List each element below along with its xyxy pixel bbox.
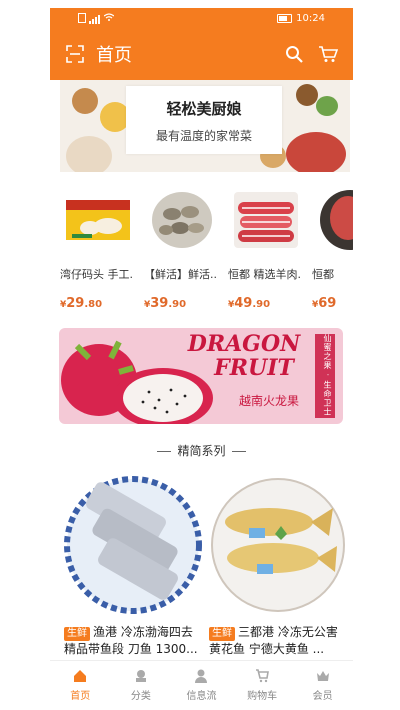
featured-caption: 生鲜 三都港 冷冻无公害黄花鱼 宁德大黄鱼 ... xyxy=(209,625,338,656)
nav-cart[interactable]: 购物车 xyxy=(232,661,293,710)
crown-icon xyxy=(316,669,330,683)
product-card[interactable]: 恒都 精选羊肉... ¥49.90 xyxy=(228,182,312,311)
food-bowl-image xyxy=(72,88,98,114)
banner-subtitle: 最有温度的家常菜 xyxy=(155,129,252,143)
product-name: 恒都 精选羊肉... xyxy=(228,268,302,281)
product-price: ¥29.80 xyxy=(60,296,103,311)
cart-icon xyxy=(255,669,270,683)
product-name: 恒都 xyxy=(312,268,334,281)
cart-icon[interactable] xyxy=(317,43,339,65)
food-meat-image xyxy=(286,132,346,172)
status-icons-right: 10:24 xyxy=(277,13,325,24)
product-price: ¥49.90 xyxy=(228,296,271,311)
featured-card[interactable]: 生鲜 三都港 冷冻无公害黄花鱼 宁德大黄鱼 ... xyxy=(209,476,347,657)
section-title: 精简系列 xyxy=(50,442,353,459)
lamb-rolls-image xyxy=(228,182,304,258)
product-price: ¥39.90 xyxy=(144,296,187,311)
status-time: 10:24 xyxy=(296,12,325,24)
product-card[interactable]: 【鲜活】鲜活... ¥39.90 xyxy=(144,182,228,311)
home-icon xyxy=(73,669,87,683)
hairtail-fish-image xyxy=(64,476,202,614)
nav-home[interactable]: 首页 xyxy=(50,661,111,710)
product-price: ¥69 xyxy=(312,296,337,311)
divider-left xyxy=(157,451,172,452)
wifi-icon xyxy=(103,12,115,24)
sim-icon xyxy=(78,13,86,23)
promo-subtitle: 越南火龙果 xyxy=(239,394,300,408)
category-icon xyxy=(134,669,148,683)
bottom-nav: 首页 分类 信息流 购物车 会员 xyxy=(50,660,353,710)
product-card[interactable]: 恒都 ¥69 xyxy=(312,182,353,311)
promo-banner[interactable]: DRAGON FRUIT 越南火龙果 仙蜜之果 · 生命卫士 xyxy=(59,328,343,424)
hero-banner[interactable]: 轻松美厨娘 最有温度的家常菜 xyxy=(60,80,350,172)
banner-title: 轻松美厨娘 xyxy=(166,100,242,118)
divider-right xyxy=(231,451,246,452)
food-greens-image xyxy=(316,96,338,116)
product-name: 湾仔码头 手工... xyxy=(60,268,134,281)
nav-category[interactable]: 分类 xyxy=(111,661,172,710)
app-header: 首页 xyxy=(50,28,353,80)
fresh-tag: 生鲜 xyxy=(64,627,90,641)
meat-plate-image xyxy=(312,182,353,258)
search-icon[interactable] xyxy=(283,43,305,65)
featured-card[interactable]: 生鲜 渔港 冷冻渤海四去精品带鱼段 刀鱼 1300... xyxy=(64,476,202,657)
product-card[interactable]: 湾仔码头 手工... ¥29.80 xyxy=(60,182,144,311)
promo-title: DRAGON FRUIT xyxy=(187,331,301,381)
food-plate-image xyxy=(66,136,112,172)
food-cup-image xyxy=(296,84,318,106)
product-carousel[interactable]: 湾仔码头 手工... ¥29.80 【鲜活】鲜活... ¥39.90 恒都 精选… xyxy=(60,182,353,312)
app-screen: 10:24 首页 轻松美厨娘 最有温度的家常菜 湾仔码头 手工... ¥29.8… xyxy=(50,0,353,710)
featured-caption: 生鲜 渔港 冷冻渤海四去精品带鱼段 刀鱼 1300... xyxy=(64,625,198,656)
status-bar: 10:24 xyxy=(50,8,353,28)
page-title: 首页 xyxy=(96,45,132,66)
status-icons-left xyxy=(78,12,115,24)
product-name: 【鲜活】鲜活... xyxy=(144,268,218,281)
scan-icon[interactable] xyxy=(64,43,86,65)
nav-member[interactable]: 会员 xyxy=(292,661,353,710)
yellow-croaker-image xyxy=(209,476,347,614)
dumpling-package-image xyxy=(60,182,136,258)
signal-icon xyxy=(89,13,101,24)
nav-feed[interactable]: 信息流 xyxy=(171,661,232,710)
clams-image xyxy=(144,182,220,258)
banner-card: 轻松美厨娘 最有温度的家常菜 xyxy=(126,86,282,154)
fresh-tag: 生鲜 xyxy=(209,627,235,641)
battery-icon xyxy=(277,13,293,23)
user-icon xyxy=(194,669,208,683)
promo-vertical-text: 仙蜜之果 · 生命卫士 xyxy=(323,334,332,417)
